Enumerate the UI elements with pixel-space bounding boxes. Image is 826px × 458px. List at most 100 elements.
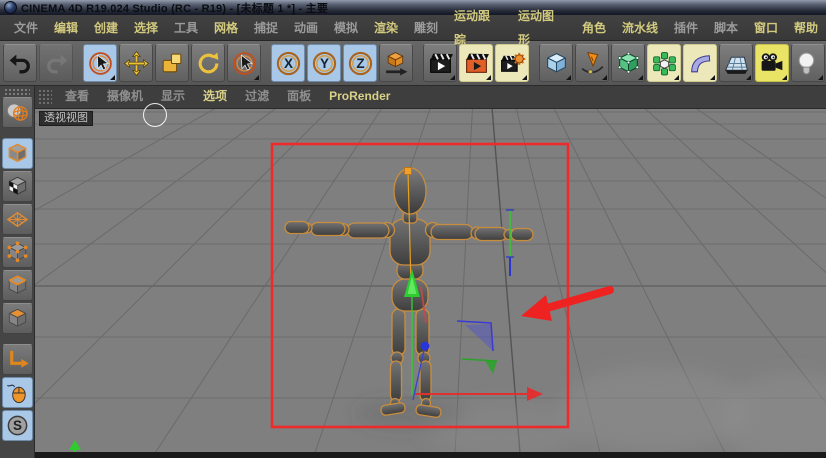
make-editable-button[interactable] [2, 97, 33, 128]
viewport-canvas[interactable] [35, 109, 826, 452]
svg-text:Y: Y [319, 56, 328, 71]
light-button[interactable] [791, 44, 825, 82]
viewport-menu-item-options[interactable]: 选项 [194, 86, 236, 107]
snap-button[interactable]: S [2, 410, 33, 441]
menu-bar: 文件编辑创建选择工具网格捕捉动画模拟渲染雕刻运动跟踪运动图形角色流水线插件脚本窗… [0, 15, 826, 41]
subdivision-surface-button[interactable] [611, 44, 645, 82]
workplane-mode-button[interactable] [2, 204, 33, 235]
mograph-cloner-icon [651, 50, 678, 77]
lock-y-axis-button[interactable]: Y [307, 44, 341, 82]
menu-item-animate[interactable]: 动画 [286, 16, 326, 40]
menu-item-pipeline[interactable]: 流水线 [614, 16, 666, 40]
viewport-panel: 查看摄像机显示选项过滤面板ProRender 透视视图 [35, 86, 826, 458]
menu-item-snap[interactable]: 捕捉 [246, 16, 286, 40]
menu-item-help[interactable]: 帮助 [786, 16, 826, 40]
lock-x-axis-button[interactable]: X [271, 44, 305, 82]
x-axis-arrow [527, 387, 543, 401]
window-title: CINEMA 4D R19.024 Studio (RC - R19) - [未… [21, 0, 328, 16]
cube-primitive-icon [543, 50, 570, 77]
redo-icon [43, 50, 70, 77]
coordinate-system-icon [383, 50, 410, 77]
green-angle-widget [462, 359, 497, 361]
camera-icon [759, 50, 786, 77]
rotate-button[interactable] [191, 44, 225, 82]
viewport-menu-item-prorender[interactable]: ProRender [320, 86, 399, 107]
viewport-menu-item-panel[interactable]: 面板 [278, 86, 320, 107]
mode-sidebar: S [0, 86, 35, 458]
render-view-button[interactable] [423, 44, 457, 82]
redo-button[interactable] [39, 44, 73, 82]
viewport-menu-drag-handle[interactable] [38, 89, 52, 105]
live-selection-icon [87, 50, 114, 77]
cursor-icon [231, 50, 258, 77]
menu-item-edit[interactable]: 编辑 [46, 16, 86, 40]
edges-mode-icon [5, 273, 30, 298]
menu-item-plugins[interactable]: 插件 [666, 16, 706, 40]
menu-item-character[interactable]: 角色 [574, 16, 614, 40]
rotate-icon [195, 50, 222, 77]
texture-mode-icon [5, 174, 30, 199]
model-mode-icon [5, 141, 30, 166]
deformer-button[interactable] [683, 44, 717, 82]
menu-item-script[interactable]: 脚本 [706, 16, 746, 40]
menu-item-simulate[interactable]: 模拟 [326, 16, 366, 40]
menu-item-mesh[interactable]: 网格 [206, 16, 246, 40]
workplane-icon [5, 207, 30, 232]
menu-item-render[interactable]: 渲染 [366, 16, 406, 40]
menu-item-sculpt[interactable]: 雕刻 [406, 16, 446, 40]
lock-z-axis-button[interactable]: Z [343, 44, 377, 82]
camera-button[interactable] [755, 44, 789, 82]
live-selection-button[interactable] [83, 44, 117, 82]
polygons-mode-button[interactable] [2, 303, 33, 334]
subdivision-surface-icon [615, 50, 642, 77]
pointer-arrow-annotation [521, 290, 610, 321]
cinema4d-logo-icon [4, 1, 17, 14]
pen-spline-icon [579, 50, 606, 77]
viewport-menu-item-cameras[interactable]: 摄像机 [98, 86, 152, 107]
head-joint-handle [405, 167, 412, 174]
brush-cursor-circle [143, 103, 167, 127]
menu-item-select[interactable]: 选择 [126, 16, 166, 40]
texture-mode-button[interactable] [2, 171, 33, 202]
menu-item-create[interactable]: 创建 [86, 16, 126, 40]
undo-button[interactable] [3, 44, 37, 82]
perspective-viewport[interactable]: 透视视图 [35, 109, 826, 452]
viewport-menu-item-filter[interactable]: 过滤 [236, 86, 278, 107]
floor-grid-icon [723, 50, 750, 77]
sidebar-drag-handle[interactable] [4, 88, 30, 95]
points-mode-button[interactable] [2, 237, 33, 268]
viewport-menu-item-view[interactable]: 查看 [56, 86, 98, 107]
menu-item-tools[interactable]: 工具 [166, 16, 206, 40]
light-icon [795, 50, 822, 77]
axis-x-icon: X [275, 50, 302, 77]
title-bar: CINEMA 4D R19.024 Studio (RC - R19) - [未… [0, 0, 826, 15]
cinema4d-window: CINEMA 4D R19.024 Studio (RC - R19) - [未… [0, 0, 826, 456]
world-axis-indicator [69, 440, 81, 452]
scale-icon [159, 50, 186, 77]
enable-axis-button[interactable] [2, 344, 33, 375]
add-cube-button[interactable] [539, 44, 573, 82]
render-picture-viewer-button[interactable] [459, 44, 493, 82]
menu-item-window[interactable]: 窗口 [746, 16, 786, 40]
selection-tool-button[interactable] [227, 44, 261, 82]
viewport-solo-button[interactable] [2, 377, 33, 408]
knee-joint-handle [421, 341, 430, 350]
coordinate-system-button[interactable] [379, 44, 413, 82]
axis-z-icon: Z [347, 50, 374, 77]
points-mode-icon [5, 240, 30, 265]
floor-sky-button[interactable] [719, 44, 753, 82]
edges-mode-button[interactable] [2, 270, 33, 301]
svg-text:X: X [283, 56, 292, 71]
scale-button[interactable] [155, 44, 189, 82]
toolbar: X Y Z [0, 41, 826, 86]
mograph-cloner-button[interactable] [647, 44, 681, 82]
render-picture-viewer-icon [463, 50, 490, 77]
model-mode-button[interactable] [2, 138, 33, 169]
render-settings-icon [499, 50, 526, 77]
svg-text:S: S [13, 418, 22, 433]
pen-spline-button[interactable] [575, 44, 609, 82]
move-button[interactable] [119, 44, 153, 82]
render-settings-button[interactable] [495, 44, 529, 82]
menu-item-file[interactable]: 文件 [6, 16, 46, 40]
work-area: S 查看摄像机显示选项过滤面板ProRender 透视视图 [0, 86, 826, 458]
